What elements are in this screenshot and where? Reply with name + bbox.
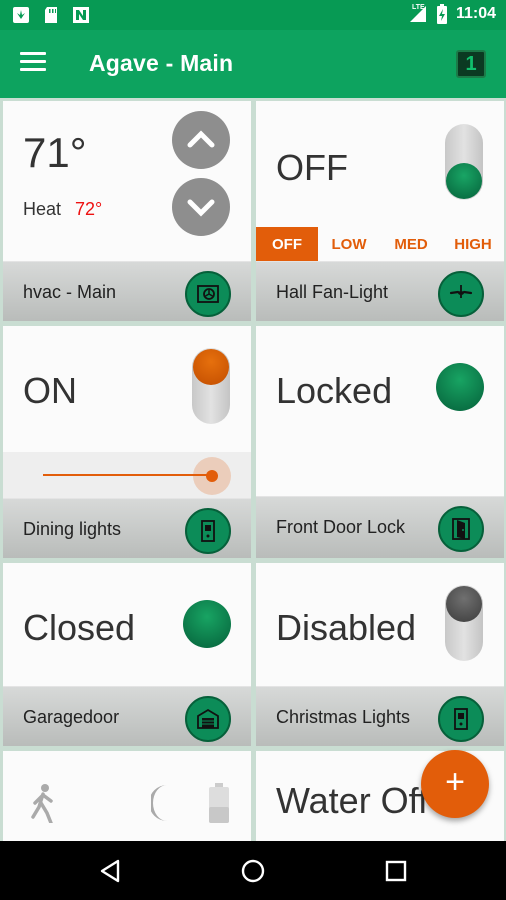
fan-state: OFF (276, 147, 348, 188)
dimmer-slider-thumb[interactable] (193, 457, 231, 495)
tile-footer: Dining lights (3, 498, 251, 558)
speed-med-button[interactable]: MED (380, 227, 442, 263)
tile-footer: Christmas Lights (256, 686, 504, 746)
tile-name: hvac - Main (23, 282, 117, 302)
tile-name: Front Door Lock (276, 517, 406, 537)
toggle-knob (446, 586, 482, 622)
temp-down-button[interactable] (172, 178, 230, 236)
light-switch-icon[interactable] (185, 508, 231, 554)
fan-speed-selector: OFF LOW MED HIGH (256, 227, 504, 263)
dimmer (3, 452, 251, 498)
dimmer-track (43, 474, 211, 476)
christmas-lights-tile[interactable]: Disabled Christmas Lights (256, 563, 504, 746)
fan-tile[interactable]: OFF OFF LOW MED HIGH Hall Fan-Light (256, 101, 504, 321)
ceiling-fan-icon[interactable] (438, 271, 484, 317)
garage-icon[interactable] (185, 696, 231, 742)
page-title: Agave - Main (89, 50, 234, 76)
navigation-bar (0, 841, 506, 900)
water-state: Water Off (276, 780, 429, 821)
tile-footer: Garagedoor (3, 686, 251, 746)
tile-footer: Front Door Lock (256, 496, 504, 558)
signal-icon: LTE (408, 4, 428, 23)
sd-card-icon (45, 7, 57, 23)
speed-off-button[interactable]: OFF (256, 227, 318, 263)
n-notification-icon (73, 7, 89, 23)
hvac-mode-label: Heat (23, 199, 62, 219)
moon-icon (151, 785, 167, 821)
door-lock-tile[interactable]: Locked Front Door Lock (256, 326, 504, 558)
battery-icon (436, 4, 447, 24)
battery-icon (209, 783, 229, 823)
add-button[interactable]: + (421, 750, 489, 818)
tile-footer: hvac - Main (3, 261, 251, 321)
tile-name: Hall Fan-Light (276, 282, 389, 302)
christmas-state: Disabled (276, 607, 417, 648)
lock-state: Locked (276, 370, 393, 411)
chevron-down-icon (187, 199, 215, 217)
garage-status-indicator[interactable] (183, 600, 231, 648)
clock: 11:04 (455, 5, 496, 22)
dining-lights-tile[interactable]: ON Dining lights (3, 326, 251, 558)
hvac-tile[interactable]: 71° Heat 72° hvac - Main (3, 101, 251, 321)
dining-toggle[interactable] (192, 348, 230, 424)
lock-status-indicator[interactable] (436, 363, 484, 411)
recent-apps-icon[interactable] (382, 857, 410, 885)
speed-high-button[interactable]: HIGH (442, 227, 504, 263)
light-switch-icon[interactable] (438, 696, 484, 742)
speed-low-button[interactable]: LOW (318, 227, 380, 263)
heat-setpoint: 72° (75, 199, 103, 219)
toggle-knob (193, 349, 229, 385)
tile-name: Christmas Lights (276, 707, 411, 727)
tile-name: Garagedoor (23, 707, 120, 727)
temp-up-button[interactable] (172, 111, 230, 169)
fan-toggle[interactable] (445, 124, 483, 200)
hvac-icon[interactable] (185, 271, 231, 317)
home-icon[interactable] (239, 857, 267, 885)
motion-person-icon (31, 784, 53, 823)
christmas-toggle[interactable] (445, 585, 483, 661)
chevron-up-icon (187, 130, 215, 148)
network-type: LTE (411, 4, 425, 11)
garage-state: Closed (23, 607, 136, 648)
back-icon[interactable] (96, 857, 124, 885)
app-bar: Agave - Main 1 (0, 30, 506, 98)
page-number-badge[interactable]: 1 (456, 50, 486, 78)
garage-tile[interactable]: Closed Garagedoor (3, 563, 251, 746)
current-temperature: 71° (23, 129, 87, 176)
tile-name: Dining lights (23, 519, 122, 539)
sensor-tile[interactable] (3, 751, 251, 841)
status-bar: LTE 11:04 (0, 0, 506, 30)
hamburger-menu-icon[interactable] (20, 52, 46, 74)
plant-notification-icon (13, 7, 29, 23)
tile-footer: Hall Fan-Light (256, 261, 504, 321)
door-icon[interactable] (438, 506, 484, 552)
toggle-knob (446, 163, 482, 199)
dining-state: ON (23, 370, 77, 411)
